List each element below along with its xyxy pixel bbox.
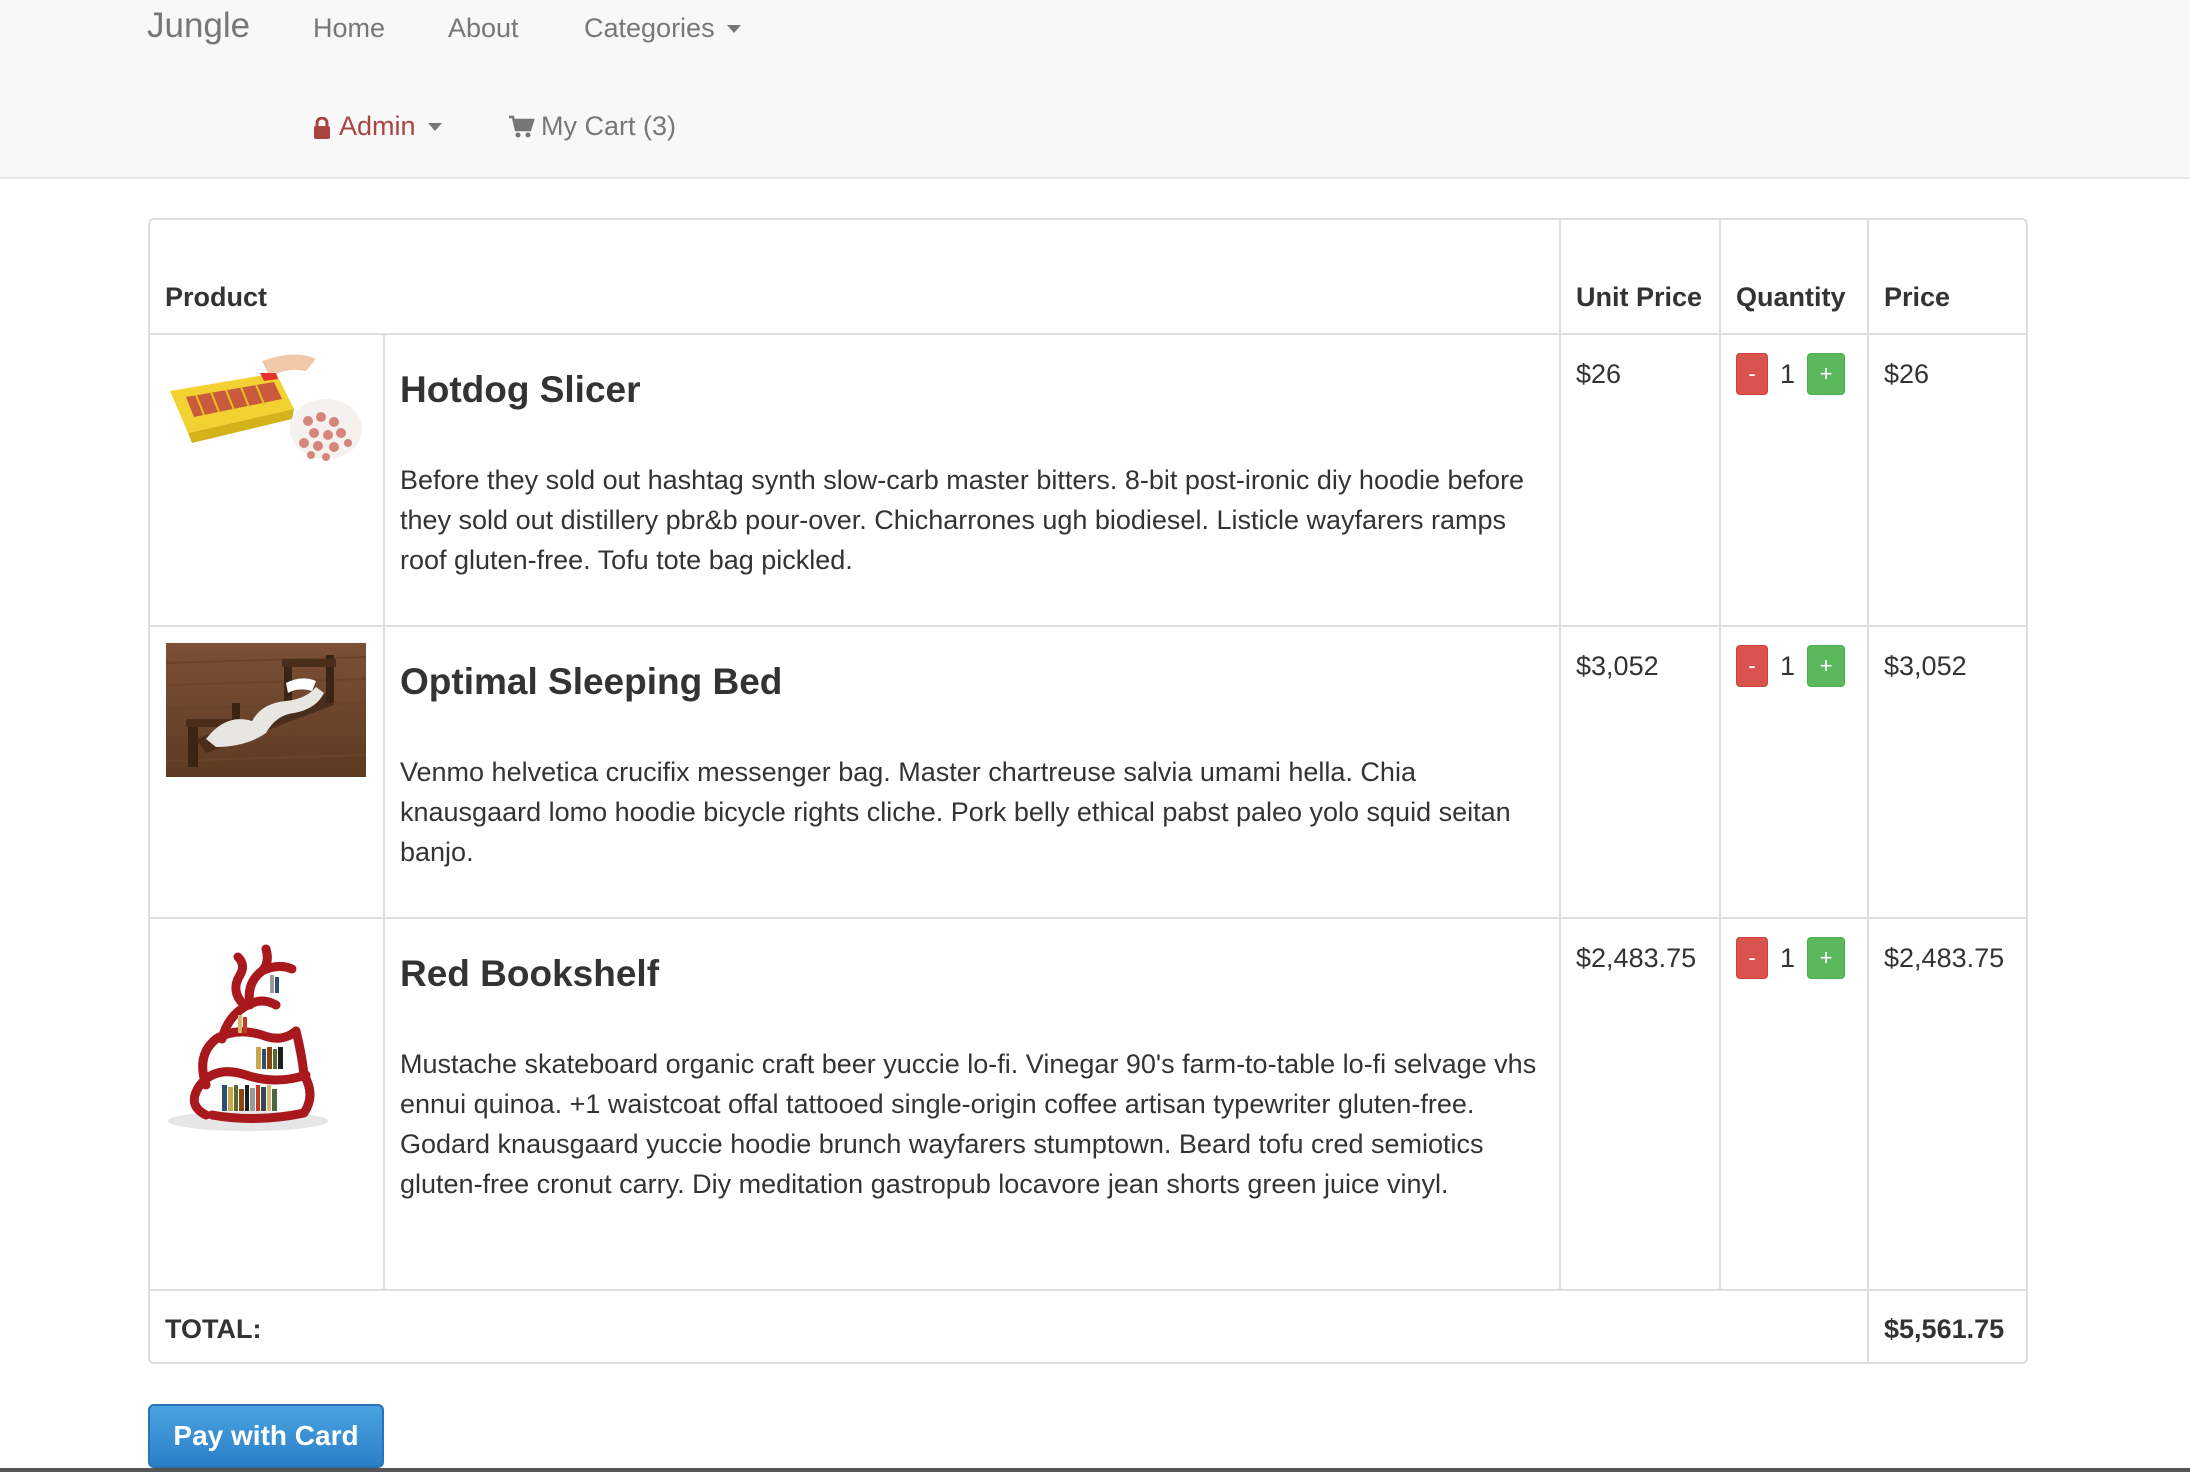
quantity-cell: - 1 +	[1719, 917, 1870, 1291]
price-cell: $2,483.75	[1867, 917, 2026, 1291]
unit-price-cell: $26	[1559, 333, 1722, 627]
lock-icon	[314, 116, 330, 139]
quantity-value: 1	[1780, 943, 1796, 973]
decrease-quantity-button[interactable]: -	[1736, 645, 1769, 687]
product-details-cell: Optimal Sleeping Bed Venmo helvetica cru…	[382, 625, 1562, 919]
total-label: TOTAL:	[150, 1289, 1870, 1362]
sleeping-bed-image	[166, 643, 366, 777]
header-price: Price	[1867, 220, 2026, 335]
unit-price-cell: $2,483.75	[1559, 917, 1722, 1291]
price-cell: $3,052	[1867, 625, 2026, 919]
hotdog-slicer-image	[166, 351, 362, 463]
nav-categories-dropdown[interactable]: Categories	[584, 13, 741, 44]
header-unit-price: Unit Price	[1559, 220, 1722, 335]
unit-price: $26	[1576, 359, 1622, 389]
product-description: Mustache skateboard organic craft beer y…	[400, 1049, 1537, 1199]
nav-home[interactable]: Home	[313, 13, 385, 44]
quantity-cell: - 1 +	[1719, 333, 1870, 627]
window-bottom-edge	[0, 1468, 2190, 1472]
nav-admin-label: Admin	[339, 111, 416, 141]
nav-home-label: Home	[313, 13, 386, 43]
unit-price: $3,052	[1576, 651, 1659, 681]
product-details-cell: Hotdog Slicer Before they sold out hasht…	[382, 333, 1562, 627]
decrease-quantity-button[interactable]: -	[1736, 353, 1769, 395]
caret-down-icon	[427, 122, 442, 131]
nav-about-label: About	[448, 13, 519, 43]
product-details-cell: Red Bookshelf Mustache skateboard organi…	[382, 917, 1562, 1291]
caret-down-icon	[726, 24, 741, 33]
quantity-value: 1	[1780, 651, 1796, 681]
header-product: Product	[150, 220, 1562, 335]
line-price: $2,483.75	[1884, 943, 2005, 973]
line-price: $3,052	[1884, 651, 1967, 681]
header-quantity: Quantity	[1719, 220, 1870, 335]
decrease-quantity-button[interactable]: -	[1736, 937, 1769, 979]
unit-price: $2,483.75	[1576, 943, 1697, 973]
navbar: Jungle Home About Categories Admin My Ca…	[0, 0, 2190, 179]
increase-quantity-button[interactable]: +	[1807, 645, 1846, 687]
unit-price-cell: $3,052	[1559, 625, 1722, 919]
cart-table-panel: Product Unit Price Quantity Price Hotdog…	[148, 218, 2028, 1364]
total-row: TOTAL: $5,561.75	[150, 1289, 2026, 1362]
quantity-stepper: - 1 +	[1736, 645, 1852, 687]
quantity-stepper: - 1 +	[1736, 937, 1852, 979]
product-description: Venmo helvetica crucifix messenger bag. …	[400, 757, 1511, 867]
product-name[interactable]: Hotdog Slicer	[400, 368, 1544, 412]
increase-quantity-button[interactable]: +	[1807, 937, 1846, 979]
product-image-cell	[150, 917, 385, 1291]
cart-icon	[509, 115, 535, 138]
line-price: $26	[1884, 359, 1930, 389]
nav-my-cart[interactable]: My Cart (3)	[508, 111, 676, 142]
table-row: Optimal Sleeping Bed Venmo helvetica cru…	[150, 625, 2026, 919]
product-description: Before they sold out hashtag synth slow-…	[400, 465, 1525, 575]
table-row: Hotdog Slicer Before they sold out hasht…	[150, 333, 2026, 627]
total-value: $5,561.75	[1867, 1289, 2026, 1362]
product-name[interactable]: Red Bookshelf	[400, 952, 1544, 996]
quantity-cell: - 1 +	[1719, 625, 1870, 919]
quantity-stepper: - 1 +	[1736, 353, 1852, 395]
cart-table: Product Unit Price Quantity Price Hotdog…	[150, 220, 2026, 1362]
nav-about[interactable]: About	[448, 13, 519, 44]
brand-logo[interactable]: Jungle	[147, 6, 250, 46]
nav-categories-label: Categories	[584, 13, 715, 43]
red-bookshelf-image	[166, 935, 330, 1133]
quantity-value: 1	[1780, 359, 1796, 389]
pay-with-card-button[interactable]: Pay with Card	[148, 1404, 384, 1468]
nav-cart-label: My Cart (3)	[541, 111, 676, 141]
table-header-row: Product Unit Price Quantity Price	[150, 220, 2026, 335]
product-image-cell	[150, 625, 385, 919]
product-image-cell	[150, 333, 385, 627]
increase-quantity-button[interactable]: +	[1807, 353, 1846, 395]
nav-admin-dropdown[interactable]: Admin	[313, 111, 442, 142]
product-name[interactable]: Optimal Sleeping Bed	[400, 660, 1544, 704]
table-row: Red Bookshelf Mustache skateboard organi…	[150, 917, 2026, 1291]
price-cell: $26	[1867, 333, 2026, 627]
